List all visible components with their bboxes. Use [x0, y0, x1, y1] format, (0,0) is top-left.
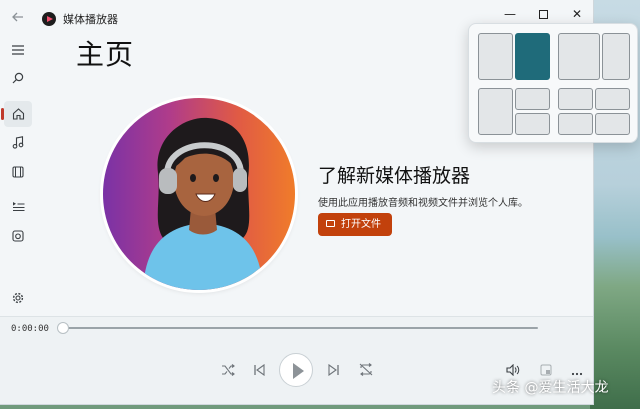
seek-bar[interactable] — [64, 327, 538, 329]
sidebar-item-video[interactable] — [4, 159, 32, 185]
snap-layout-half-left[interactable] — [478, 33, 513, 80]
snap-layout-two-thirds-left[interactable] — [558, 33, 600, 80]
play-queue-icon — [12, 202, 24, 212]
previous-button[interactable] — [249, 362, 269, 380]
current-time-label: 0:00:00 — [11, 324, 49, 334]
sidebar-item-playlists[interactable] — [4, 223, 32, 249]
open-file-button[interactable]: 打开文件 — [318, 213, 392, 236]
snap-layout-quad-top-left[interactable] — [558, 88, 593, 110]
next-button[interactable] — [324, 362, 344, 380]
watermark-text: 头条 @爱生活大龙 — [492, 380, 609, 396]
hamburger-menu-icon — [12, 44, 24, 55]
welcome-illustration — [103, 98, 295, 290]
page-title: 主页 — [76, 38, 135, 71]
folder-icon — [326, 219, 335, 227]
playlist-icon — [12, 229, 24, 242]
home-icon — [12, 107, 24, 120]
play-button[interactable] — [279, 353, 313, 387]
snap-layout-grid-bottom-right[interactable] — [515, 113, 550, 135]
sidebar-menu-button[interactable] — [4, 37, 32, 63]
shuffle-icon — [222, 364, 235, 376]
app-title: 媒体播放器 — [63, 13, 118, 26]
volume-icon — [506, 363, 520, 377]
minimize-button[interactable]: — — [493, 5, 527, 23]
snap-layout-one-third-right[interactable] — [602, 33, 630, 80]
open-file-label: 打开文件 — [341, 219, 381, 230]
maximize-button[interactable] — [526, 5, 560, 23]
seek-thumb[interactable] — [57, 322, 69, 334]
snap-layout-half-right[interactable] — [515, 33, 550, 80]
shuffle-button[interactable] — [218, 362, 238, 380]
back-arrow-icon — [12, 12, 23, 22]
snap-layout-grid-left[interactable] — [478, 88, 513, 135]
snap-layout-quad-bottom-left[interactable] — [558, 113, 593, 135]
more-icon — [571, 372, 583, 376]
person-with-headphones-illustration — [143, 117, 263, 290]
search-icon — [12, 72, 24, 83]
sidebar-item-home[interactable] — [1, 101, 32, 127]
repeat-button[interactable] — [356, 362, 376, 380]
intro-description: 使用此应用播放音频和视频文件并浏览个人库。 — [318, 198, 528, 209]
previous-track-icon — [254, 363, 265, 377]
media-player-logo-icon — [42, 12, 56, 26]
repeat-off-icon — [359, 363, 373, 376]
snap-layout-grid-top-right[interactable] — [515, 88, 550, 110]
intro-heading: 了解新媒体播放器 — [318, 165, 471, 187]
next-track-icon — [328, 363, 339, 377]
sidebar-search-button[interactable] — [4, 65, 32, 91]
navigation-sidebar — [0, 36, 36, 316]
settings-icon — [12, 292, 24, 303]
music-note-icon — [12, 136, 24, 149]
mini-player-icon — [540, 364, 552, 376]
sidebar-item-music[interactable] — [4, 130, 32, 156]
sidebar-item-settings[interactable] — [4, 285, 32, 311]
snap-layout-quad-bottom-right[interactable] — [595, 113, 630, 135]
maximize-icon — [538, 10, 548, 19]
sidebar-item-play-queue[interactable] — [4, 194, 32, 220]
snap-layout-quad-top-right[interactable] — [595, 88, 630, 110]
close-button[interactable]: ✕ — [560, 5, 593, 23]
video-film-icon — [12, 165, 24, 178]
back-button[interactable] — [10, 10, 26, 26]
snap-layouts-flyout — [468, 23, 638, 143]
